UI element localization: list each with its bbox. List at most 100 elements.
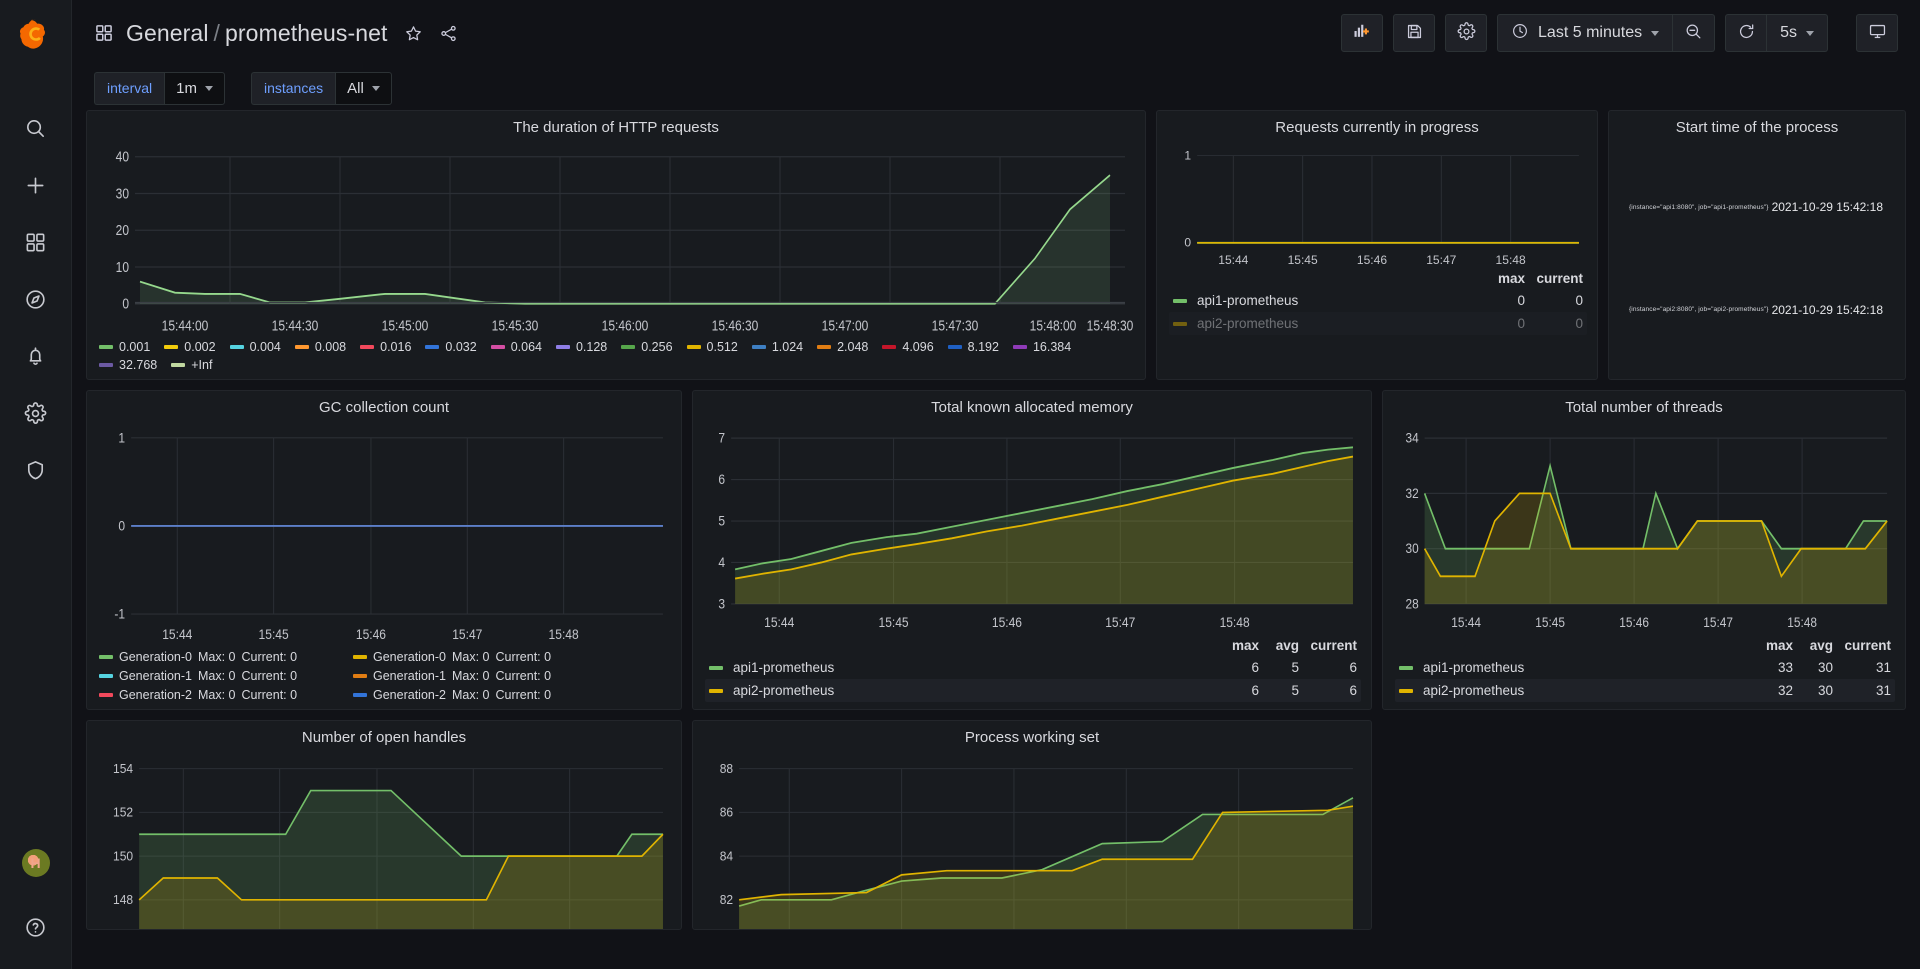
legend-row[interactable]: api2-prometheus 0 0 — [1169, 312, 1587, 335]
legend-swatch[interactable] — [353, 674, 367, 678]
legend-swatch[interactable] — [229, 345, 244, 349]
legend-swatch[interactable] — [1173, 298, 1187, 303]
tv-mode-button[interactable] — [1856, 14, 1898, 52]
legend-col-current[interactable]: current — [1525, 271, 1583, 286]
legend-item[interactable]: Generation-0 Max: 0 Current: 0 — [99, 650, 331, 664]
grafana-logo[interactable] — [16, 14, 56, 54]
legend-swatch[interactable] — [99, 363, 113, 367]
legend-swatch[interactable] — [1399, 688, 1413, 693]
breadcrumb-folder[interactable]: General — [126, 20, 209, 46]
legend-swatch[interactable] — [294, 345, 309, 349]
panel-chart-area[interactable]: 40 30 20 10 0 15:44:00 15:44:30 15:45:00 — [87, 138, 1145, 338]
share-icon[interactable] — [439, 24, 458, 43]
sidebar-item-explore[interactable] — [12, 275, 60, 323]
variable-instances-select[interactable]: All — [335, 71, 392, 105]
legend-swatch[interactable] — [882, 345, 897, 349]
legend-item[interactable]: Generation-2 Max: 0 Current: 0 — [99, 688, 331, 702]
legend-item[interactable]: 0.001 — [99, 340, 150, 354]
refresh-button[interactable] — [1725, 14, 1768, 52]
zoom-out-time-button[interactable] — [1673, 14, 1716, 52]
legend-col-current[interactable]: current — [1833, 638, 1891, 653]
legend-swatch[interactable] — [1012, 345, 1027, 349]
legend-col-max[interactable]: max — [1207, 638, 1259, 653]
legend-swatch[interactable] — [490, 345, 505, 349]
sidebar-item-configuration[interactable] — [12, 389, 60, 437]
legend-row[interactable]: api1-prometheus 0 0 — [1169, 289, 1587, 312]
legend-swatch[interactable] — [99, 674, 113, 678]
legend-swatch[interactable] — [164, 345, 179, 349]
legend-swatch[interactable] — [947, 345, 962, 349]
time-range-picker[interactable]: Last 5 minutes — [1497, 14, 1674, 52]
legend-item[interactable]: Generation-1 Max: 0 Current: 0 — [353, 669, 585, 683]
legend-swatch[interactable] — [360, 345, 375, 349]
legend-item[interactable]: 0.008 — [294, 340, 346, 354]
sidebar-item-dashboards[interactable] — [12, 218, 60, 266]
legend-item[interactable]: 0.128 — [555, 340, 607, 354]
legend-item[interactable]: 0.256 — [621, 340, 673, 354]
legend-swatch[interactable] — [817, 345, 832, 349]
dashboard-settings-button[interactable] — [1445, 14, 1488, 52]
legend-swatch[interactable] — [353, 655, 367, 659]
sidebar-item-help[interactable] — [12, 903, 60, 951]
legend-item[interactable]: 0.002 — [164, 340, 216, 354]
sidebar-item-alerting[interactable] — [12, 332, 60, 380]
legend-item[interactable]: 8.192 — [947, 340, 999, 354]
legend-swatch[interactable] — [1173, 321, 1187, 326]
sidebar-item-search[interactable] — [12, 104, 60, 152]
legend-item[interactable]: 1.024 — [751, 340, 803, 354]
add-panel-button[interactable] — [1341, 14, 1384, 52]
star-icon[interactable] — [404, 24, 423, 43]
legend-swatch[interactable] — [709, 688, 723, 693]
panel-chart-area[interactable]: 88 86 84 82 — [693, 748, 1371, 929]
variable-interval-select[interactable]: 1m — [164, 71, 225, 105]
panel-chart-area[interactable]: 7 6 5 4 3 15:44 15:45 15:46 15:47 15:48 — [693, 418, 1371, 635]
panel-chart-area[interactable]: 154 152 150 148 — [87, 748, 681, 929]
legend-swatch[interactable] — [555, 345, 570, 349]
legend-col-max[interactable]: max — [1741, 638, 1793, 653]
legend-swatch[interactable] — [353, 693, 367, 697]
legend-item[interactable]: 0.064 — [490, 340, 542, 354]
legend-item[interactable]: 16.384 — [1012, 340, 1071, 354]
legend-swatch[interactable] — [751, 345, 766, 349]
panel-chart-area[interactable]: 1 0 15:44 15:45 15:46 15:47 15:48 — [1157, 138, 1597, 268]
legend-item[interactable]: 0.016 — [360, 340, 411, 354]
sidebar-item-create[interactable] — [12, 161, 60, 209]
avatar[interactable]: H — [21, 849, 50, 877]
save-dashboard-button[interactable] — [1393, 14, 1436, 52]
legend-item[interactable]: 4.096 — [882, 340, 934, 354]
legend-item[interactable]: 2.048 — [817, 340, 868, 354]
table-row[interactable]: {instance="api2:8080", job="api2-prometh… — [1629, 303, 1883, 317]
legend-item[interactable]: 32.768 — [99, 358, 157, 372]
panel-chart-area[interactable]: 34 32 30 28 15:44 15:45 15:46 15:47 15:4… — [1383, 418, 1905, 635]
legend-swatch[interactable] — [1399, 665, 1413, 670]
legend-item[interactable]: Generation-0 Max: 0 Current: 0 — [353, 650, 585, 664]
legend-row[interactable]: api1-prometheus 6 5 6 — [705, 656, 1361, 679]
legend-item[interactable]: +Inf — [171, 358, 212, 372]
legend-col-max[interactable]: max — [1473, 271, 1525, 286]
panel-stat-area[interactable]: {instance="api1:8080", job="api1-prometh… — [1609, 138, 1905, 379]
legend-col-avg[interactable]: avg — [1259, 638, 1299, 653]
sidebar-item-server-admin[interactable] — [12, 446, 60, 494]
legend-swatch[interactable] — [99, 655, 113, 659]
legend-row[interactable]: api2-prometheus 6 5 6 — [705, 679, 1361, 702]
legend-swatch[interactable] — [621, 345, 636, 349]
legend-swatch[interactable] — [686, 345, 701, 349]
legend-item[interactable]: Generation-2 Max: 0 Current: 0 — [353, 688, 585, 702]
legend-item[interactable]: Generation-1 Max: 0 Current: 0 — [99, 669, 331, 683]
panel-chart-area[interactable]: 1 0 -1 15:44 15:45 15:46 15:47 15:48 — [87, 418, 681, 648]
legend-swatch[interactable] — [171, 363, 186, 367]
legend-swatch[interactable] — [425, 345, 440, 349]
legend-swatch[interactable] — [99, 345, 113, 349]
legend-swatch[interactable] — [99, 693, 113, 697]
legend-row[interactable]: api1-prometheus 33 30 31 — [1395, 656, 1895, 679]
legend-item[interactable]: 0.512 — [686, 340, 738, 354]
refresh-interval-picker[interactable]: 5s — [1767, 14, 1828, 52]
legend-value-max: 6 — [1251, 660, 1259, 675]
legend-item[interactable]: 0.032 — [425, 340, 477, 354]
table-row[interactable]: {instance="api1:8080", job="api1-prometh… — [1629, 200, 1883, 214]
legend-col-avg[interactable]: avg — [1793, 638, 1833, 653]
legend-item[interactable]: 0.004 — [229, 340, 281, 354]
legend-row[interactable]: api2-prometheus 32 30 31 — [1395, 679, 1895, 702]
legend-swatch[interactable] — [709, 665, 723, 670]
legend-col-current[interactable]: current — [1299, 638, 1357, 653]
